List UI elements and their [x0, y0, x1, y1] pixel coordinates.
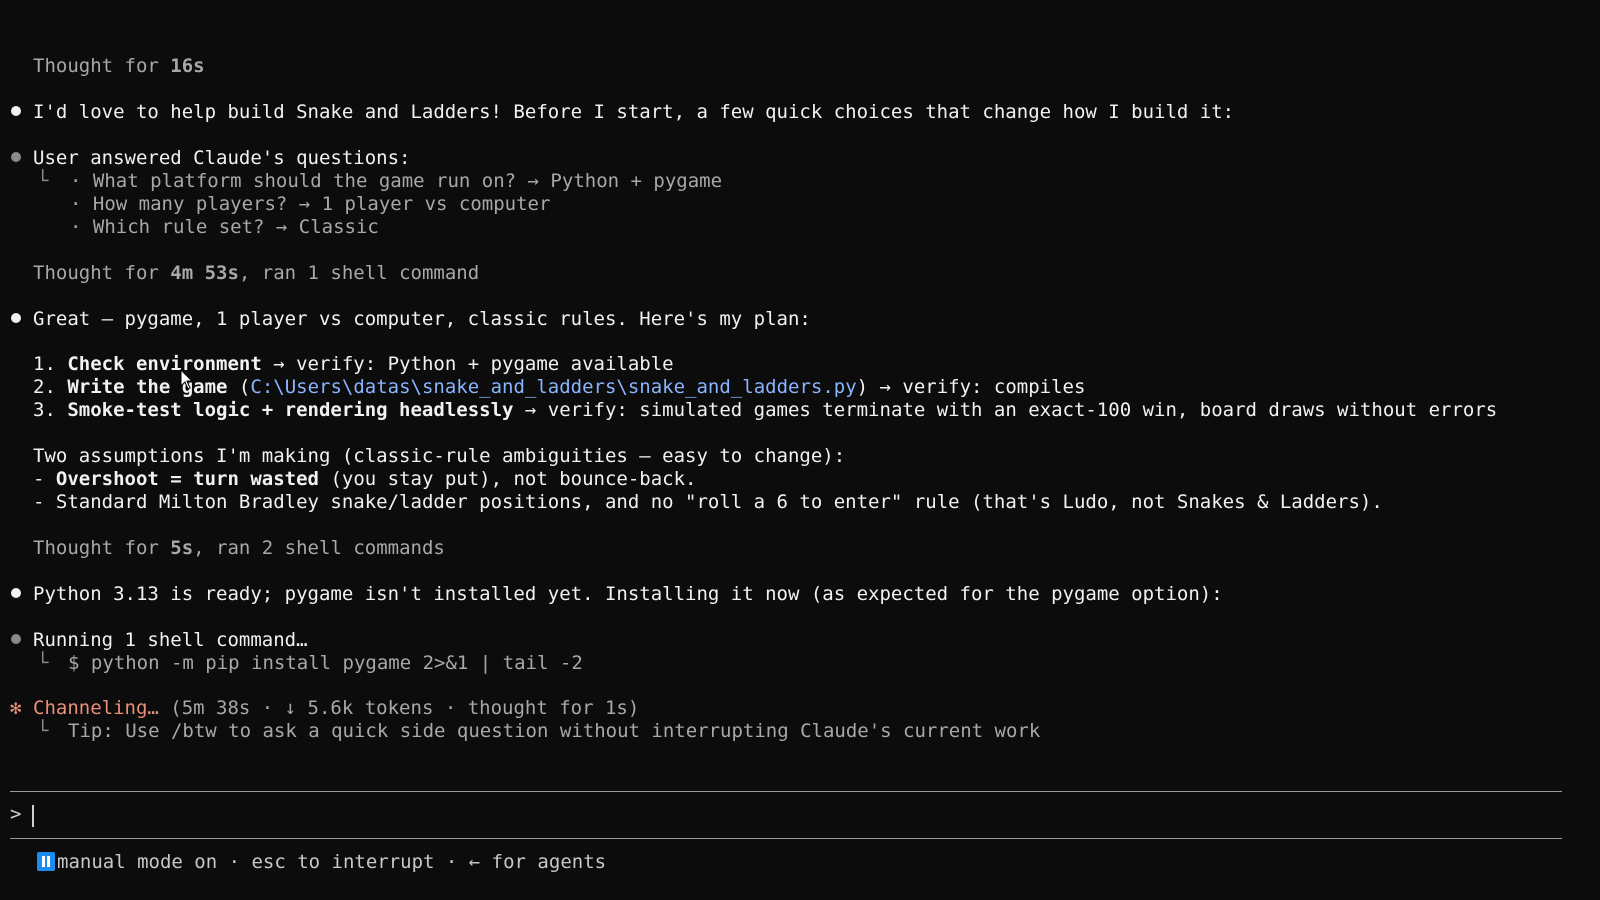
prompt-input[interactable]	[40, 803, 1540, 826]
tree-branch-icon: └	[37, 652, 49, 674]
message-bullet-icon	[11, 106, 21, 116]
input-top-divider	[10, 791, 1562, 792]
answer-item: · Which rule set? → Classic	[70, 216, 379, 238]
shell-command: $ python -m pip install pygame 2>&1 | ta…	[68, 652, 583, 674]
plan-step-1: 1. Check environment → verify: Python + …	[33, 353, 674, 375]
file-path-link[interactable]: C:\Users\datas\snake_and_ladders\snake_a…	[250, 376, 856, 398]
text-cursor	[32, 805, 34, 827]
answer-item: · How many players? → 1 player vs comput…	[70, 193, 551, 215]
tree-branch-icon: └	[37, 720, 49, 742]
tool-bullet-icon	[11, 152, 21, 162]
input-bottom-divider	[10, 838, 1562, 839]
assistant-message-3: Python 3.13 is ready; pygame isn't insta…	[33, 583, 1223, 605]
assumption-item-1: - Overshoot = turn wasted (you stay put)…	[33, 468, 697, 490]
prompt-symbol: >	[10, 803, 22, 825]
mouse-pointer-icon	[180, 369, 194, 390]
assistant-message-1: I'd love to help build Snake and Ladders…	[33, 101, 1235, 123]
tree-branch-icon: └	[37, 170, 49, 192]
activity-status: Channeling… (5m 38s · ↓ 5.6k tokens · th…	[33, 697, 640, 719]
assumptions-title: Two assumptions I'm making (classic-rule…	[33, 445, 846, 467]
thought-status-2: Thought for 4m 53s, ran 1 shell command	[33, 262, 480, 284]
thought-status-1: Thought for 16s	[33, 55, 205, 77]
plan-step-3: 3. Smoke-test logic + rendering headless…	[33, 399, 1498, 421]
answers-title: User answered Claude's questions:	[33, 147, 411, 169]
pause-icon[interactable]	[37, 852, 55, 871]
tool-bullet-icon	[11, 634, 21, 644]
message-bullet-icon	[11, 313, 21, 323]
assumption-item-2: - Standard Milton Bradley snake/ladder p…	[33, 491, 1383, 513]
answer-item: · What platform should the game run on? …	[70, 170, 723, 192]
thought-status-3: Thought for 5s, ran 2 shell commands	[33, 537, 445, 559]
mode-status: manual mode on · esc to interrupt · ← fo…	[57, 851, 607, 873]
running-title: Running 1 shell command…	[33, 629, 308, 651]
assistant-message-2: Great — pygame, 1 player vs computer, cl…	[33, 308, 811, 330]
spinner-icon: ✻	[10, 697, 22, 719]
message-bullet-icon	[11, 588, 21, 598]
tip-text: Tip: Use /btw to ask a quick side questi…	[68, 720, 1041, 742]
